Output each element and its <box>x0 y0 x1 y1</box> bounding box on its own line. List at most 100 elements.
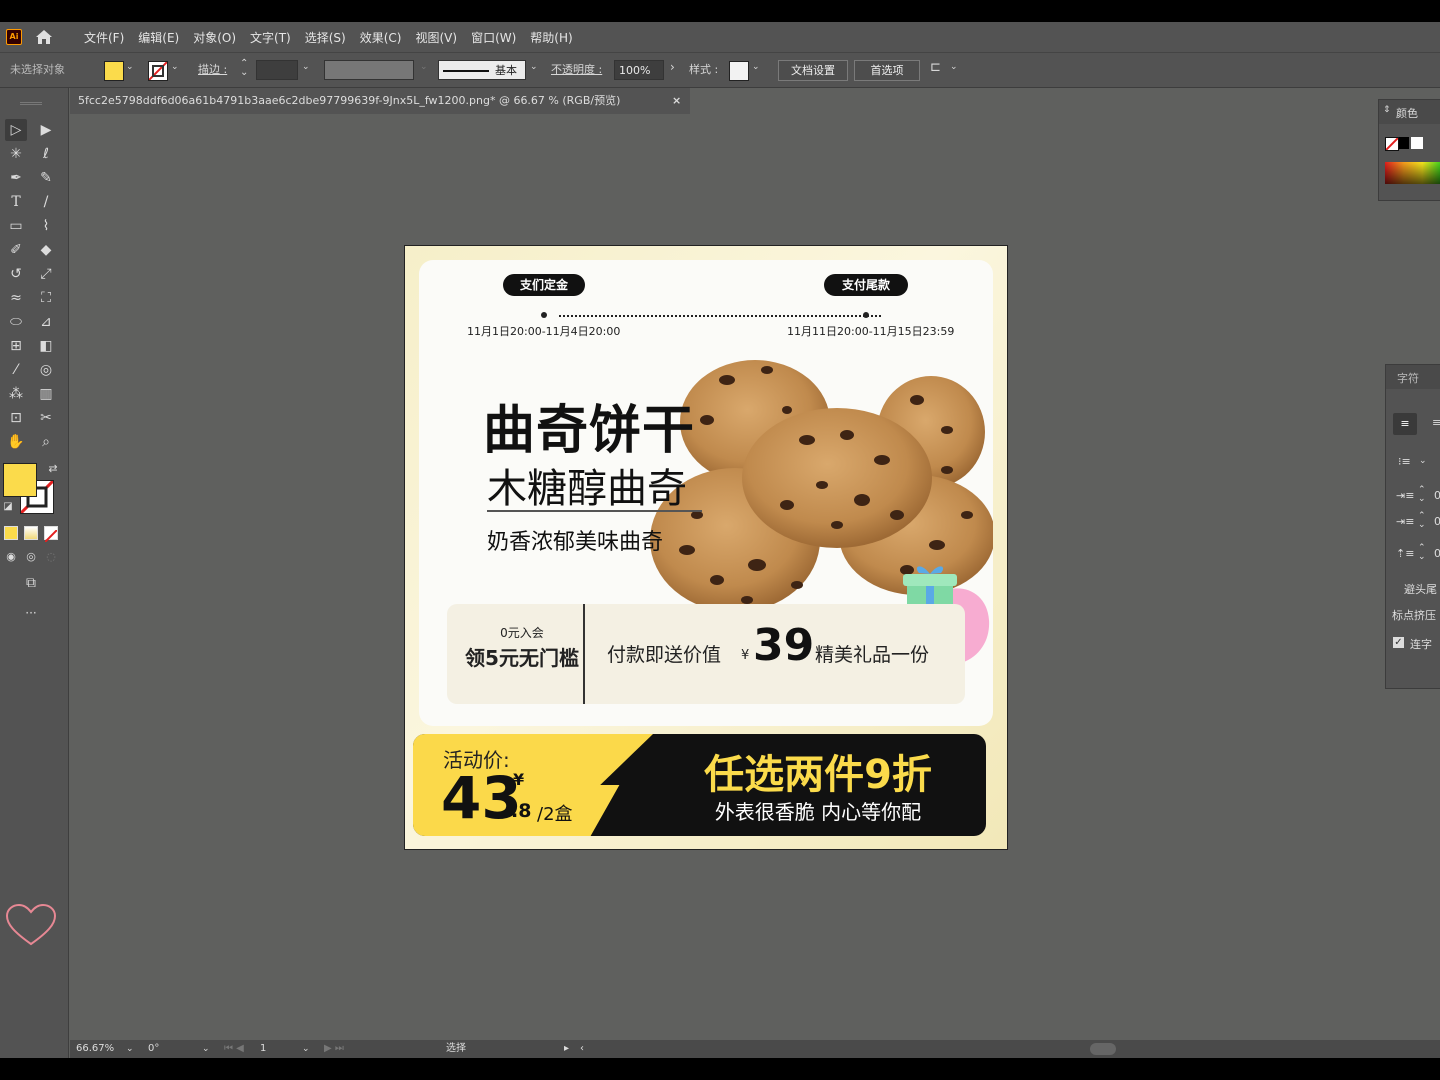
zoom-level[interactable]: 66.67% <box>76 1040 114 1058</box>
opacity-input[interactable]: 100% <box>614 60 664 80</box>
chevron-down-icon[interactable]: ⌄ <box>530 62 538 72</box>
slice-tool-icon[interactable]: ✂ <box>35 407 57 429</box>
pen-tool-icon[interactable]: ✒ <box>5 167 27 189</box>
artboard[interactable]: 支们定金 支付尾款 11月1日20:00-11月4日20:00 11月11日20… <box>404 245 1008 850</box>
zoom-tool-icon[interactable]: ⌕ <box>35 431 57 453</box>
left-indent-icon[interactable]: ⇥≡ <box>1396 489 1414 502</box>
chevron-down-icon[interactable]: ⌄ <box>1419 456 1427 466</box>
eyedropper-tool-icon[interactable]: ⁄ <box>5 359 27 381</box>
gradient-mode-icon[interactable] <box>24 526 38 540</box>
menu-help[interactable]: 帮助(H) <box>530 29 572 46</box>
left-indent-value[interactable]: 0 <box>1434 489 1440 502</box>
arrange-icon[interactable]: ⊏ <box>930 60 941 75</box>
gradient-tool-icon[interactable]: ◧ <box>35 335 57 357</box>
space-before-icon[interactable]: ⇡≡ <box>1396 547 1414 560</box>
space-before-value[interactable]: 0 <box>1434 547 1440 560</box>
home-icon[interactable] <box>34 27 54 47</box>
first-artboard-icon[interactable]: ⏮ ◀ <box>224 1040 244 1058</box>
stepper-icon[interactable]: ⌃ ⌄ <box>240 59 248 78</box>
default-colors-icon[interactable]: ◪ <box>0 496 19 518</box>
draw-behind-icon[interactable]: ◎ <box>20 546 42 568</box>
menu-effect[interactable]: 效果(C) <box>360 29 402 46</box>
swap-colors-icon[interactable]: ⇄ <box>42 458 64 480</box>
selection-tool-icon[interactable]: ▷ <box>5 119 27 141</box>
color-spectrum[interactable] <box>1385 162 1440 184</box>
menu-view[interactable]: 视图(V) <box>415 29 457 46</box>
direct-selection-tool-icon[interactable]: ▶ <box>35 119 57 141</box>
width-tool-icon[interactable]: ≈ <box>5 287 27 309</box>
free-transform-tool-icon[interactable]: ⛶ <box>35 287 57 309</box>
mesh-tool-icon[interactable]: ⊞ <box>5 335 27 357</box>
menu-edit[interactable]: 编辑(E) <box>138 29 179 46</box>
style-swatch[interactable] <box>729 61 749 81</box>
artboard-number[interactable]: 1 <box>260 1040 266 1058</box>
fill-swatch[interactable] <box>104 61 124 81</box>
artboard-tool-icon[interactable]: ⊡ <box>5 407 27 429</box>
hand-tool-icon[interactable]: ✋ <box>5 431 27 453</box>
menu-window[interactable]: 窗口(W) <box>471 29 516 46</box>
variable-width-field[interactable] <box>324 60 414 80</box>
more-tools-icon[interactable]: ··· <box>20 602 42 624</box>
last-artboard-icon[interactable]: ▶ ⏭ <box>324 1040 344 1058</box>
scale-tool-icon[interactable]: ⤢ <box>35 263 57 285</box>
ligature-checkbox[interactable]: ✓ <box>1393 637 1404 648</box>
draw-normal-icon[interactable]: ◉ <box>0 546 22 568</box>
type-tool-icon[interactable]: T <box>5 191 27 213</box>
play-icon[interactable]: ▸ <box>564 1040 569 1058</box>
close-icon[interactable]: × <box>672 88 681 114</box>
rectangle-tool-icon[interactable]: ▭ <box>5 215 27 237</box>
chevron-down-icon[interactable]: ⌄ <box>202 1040 210 1058</box>
none-mode-icon[interactable] <box>44 526 58 543</box>
chevron-down-icon[interactable]: ⌄ <box>420 62 428 72</box>
stroke-swatch[interactable] <box>148 61 168 81</box>
symbol-sprayer-tool-icon[interactable]: ⁂ <box>5 383 27 405</box>
column-graph-tool-icon[interactable]: ▥ <box>35 383 57 405</box>
none-swatch[interactable] <box>1385 137 1399 151</box>
fill-color-front[interactable] <box>3 463 37 497</box>
lasso-tool-icon[interactable]: ℓ <box>35 143 57 165</box>
stepper-icon[interactable]: ⌃ ⌄ <box>1418 486 1426 504</box>
align-center-icon[interactable]: ≡ <box>1432 416 1440 429</box>
rotate-tool-icon[interactable]: ↺ <box>5 263 27 285</box>
first-line-indent-icon[interactable]: ⇥≡ <box>1396 515 1414 528</box>
line-tool-icon[interactable]: / <box>35 191 57 213</box>
stepper-icon[interactable]: ⌃ ⌄ <box>1418 512 1426 530</box>
screen-mode-icon[interactable]: ⧉ <box>20 572 42 594</box>
align-left-icon[interactable]: ≡ <box>1393 413 1417 435</box>
rotation-value[interactable]: 0° <box>148 1040 159 1058</box>
bullet-list-icon[interactable]: ⁝≡ <box>1398 455 1411 468</box>
panel-grip[interactable] <box>20 102 42 105</box>
chevron-down-icon[interactable]: ⌄ <box>950 62 958 72</box>
menu-file[interactable]: 文件(F) <box>84 29 124 46</box>
shaper-tool-icon[interactable]: ✐ <box>5 239 27 261</box>
eraser-tool-icon[interactable]: ◆ <box>35 239 57 261</box>
first-indent-value[interactable]: 0 <box>1434 515 1440 528</box>
chevron-down-icon[interactable]: ⌄ <box>171 62 179 72</box>
chevron-right-icon[interactable]: › <box>670 60 675 74</box>
shape-builder-tool-icon[interactable]: ⬭ <box>5 311 27 333</box>
document-setup-button[interactable]: 文档设置 <box>778 60 848 81</box>
color-panel-title[interactable]: 颜色 <box>1396 105 1418 121</box>
magic-wand-tool-icon[interactable]: ✳ <box>5 143 27 165</box>
scroll-left-icon[interactable]: ‹ <box>580 1040 584 1058</box>
document-tab[interactable]: 5fcc2e5798ddf6d06a61b4791b3aae6c2dbe9779… <box>70 88 690 114</box>
stepper-icon[interactable]: ⌃ ⌄ <box>1418 544 1426 562</box>
brush-field[interactable]: 基本 <box>438 60 526 80</box>
paintbrush-tool-icon[interactable]: ⌇ <box>35 215 57 237</box>
curvature-tool-icon[interactable]: ✎ <box>35 167 57 189</box>
blend-tool-icon[interactable]: ◎ <box>35 359 57 381</box>
chevron-down-icon[interactable]: ⌄ <box>752 62 760 72</box>
black-swatch[interactable] <box>1399 137 1409 149</box>
expand-icon[interactable]: ⇕ <box>1383 105 1391 115</box>
chevron-down-icon[interactable]: ⌄ <box>126 62 134 72</box>
perspective-grid-tool-icon[interactable]: ⊿ <box>35 311 57 333</box>
color-mode-icon[interactable] <box>4 526 18 540</box>
menu-type[interactable]: 文字(T) <box>250 29 291 46</box>
preferences-button[interactable]: 首选项 <box>854 60 920 81</box>
menu-object[interactable]: 对象(O) <box>193 29 236 46</box>
menu-select[interactable]: 选择(S) <box>305 29 346 46</box>
white-swatch[interactable] <box>1411 137 1423 149</box>
character-panel-title[interactable]: 字符 <box>1397 370 1419 386</box>
chevron-down-icon[interactable]: ⌄ <box>302 62 310 72</box>
chevron-down-icon[interactable]: ⌄ <box>126 1040 134 1058</box>
